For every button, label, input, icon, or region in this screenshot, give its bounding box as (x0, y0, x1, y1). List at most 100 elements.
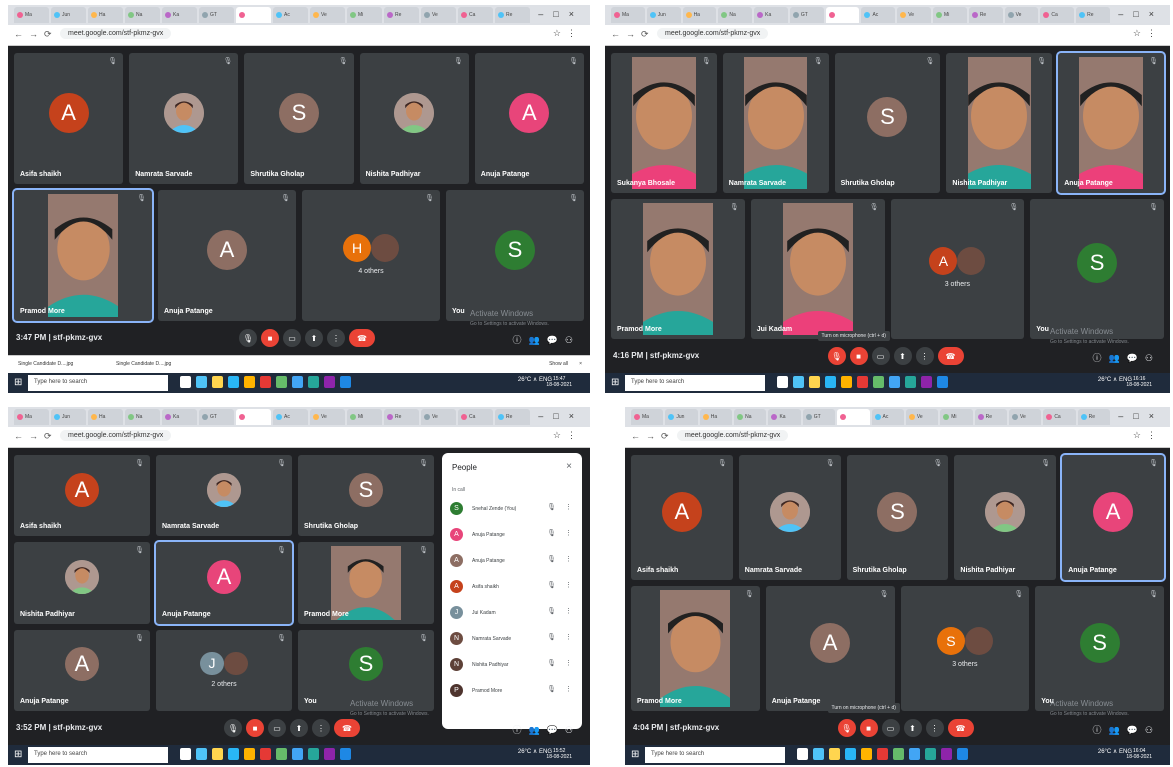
taskbar-app-icon[interactable] (196, 748, 207, 760)
browser-tab[interactable]: Ve (421, 409, 456, 425)
participant-tile[interactable]: 🎙 Jui Kadam (750, 199, 885, 339)
taskbar-app-icon[interactable] (228, 376, 239, 388)
participant-tile[interactable]: 🎙 Nishita Padhiyar (14, 542, 150, 624)
taskbar-app-icon[interactable] (244, 748, 255, 760)
participant-tile[interactable]: 🎙 Namrata Sarvade (156, 455, 292, 537)
participant-list-item[interactable]: N Namrata Sarvade 🎙 ⋮ (450, 629, 574, 651)
browser-tab[interactable]: Ve (1004, 7, 1039, 23)
browser-tab[interactable]: Ca (458, 409, 493, 425)
present-button[interactable]: ⬆ (893, 347, 912, 365)
taskbar-app-icon[interactable] (180, 748, 191, 760)
leave-call-button[interactable]: ☎ (349, 329, 375, 347)
taskbar-app-icon[interactable] (212, 376, 223, 388)
present-button[interactable]: ⬆ (290, 719, 308, 737)
browser-tab[interactable]: Ha (682, 7, 717, 23)
window-controls[interactable]: –□× (1118, 411, 1164, 421)
participant-tile[interactable]: 🎙 Pramod More (631, 586, 760, 711)
browser-tab[interactable]: Mi (347, 409, 382, 425)
close-icon[interactable]: × (566, 461, 572, 472)
participant-tile[interactable]: 🎙 A Anuja Patange (154, 540, 294, 626)
more-options-icon[interactable]: ⋮ (565, 685, 572, 693)
browser-tab[interactable]: Ve (421, 7, 456, 23)
participant-tile[interactable]: 🎙 A Anuja Patange (1060, 453, 1166, 582)
taskbar-app-icon[interactable] (196, 376, 207, 388)
participant-tile[interactable]: 🎙 Pramod More (12, 188, 154, 323)
participant-tile[interactable]: 🎙 Namrata Sarvade (129, 53, 239, 184)
browser-tab[interactable]: GT (199, 409, 234, 425)
address-bar-icons[interactable]: ☆⋮ (1133, 430, 1162, 441)
participant-tile[interactable]: 🎙 A Asifa shaikh (14, 53, 124, 184)
meeting-side-controls[interactable]: ⓘ👥💬⚇ (1093, 723, 1160, 736)
taskbar-app-icon[interactable] (825, 376, 836, 388)
taskbar-app-icon[interactable] (292, 748, 303, 760)
more-options-icon[interactable]: ⋮ (565, 503, 572, 511)
windows-start-icon[interactable]: ⊞ (14, 749, 22, 760)
browser-tab[interactable]: Ve (1008, 409, 1042, 425)
taskbar-app-icon[interactable] (292, 376, 303, 388)
taskbar-app-icon[interactable] (937, 376, 948, 388)
url-field[interactable]: meet.google.com/stf-pkmz-gvx (657, 28, 769, 39)
participant-list-item[interactable]: S Snehal Zende (You) 🎙 ⋮ (450, 499, 574, 521)
mic-toggle-button[interactable]: 🎙 (239, 329, 257, 347)
taskbar-app-icon[interactable] (925, 748, 936, 760)
browser-tab[interactable]: Jun (51, 7, 86, 23)
taskbar-app-icon[interactable] (857, 376, 868, 388)
browser-tab[interactable]: Ka (162, 7, 197, 23)
participant-tile[interactable]: 🎙 Nishita Padhiyar (954, 455, 1057, 580)
url-field[interactable]: meet.google.com/stf-pkmz-gvx (60, 28, 172, 39)
browser-tab[interactable]: Ma (611, 7, 645, 23)
present-button[interactable]: ⬆ (305, 329, 323, 347)
nav-buttons[interactable]: ←→⟳ (631, 431, 675, 442)
more-options-button[interactable]: ⋮ (915, 347, 934, 365)
taskbar-app-icon[interactable] (260, 748, 271, 760)
more-options-icon[interactable]: ⋮ (565, 607, 572, 615)
participant-tile[interactable]: 🎙 S Shrutika Gholap (244, 53, 354, 184)
captions-button[interactable]: ▭ (871, 347, 890, 365)
taskbar-app-icon[interactable] (941, 748, 952, 760)
browser-tab[interactable]: Ma (631, 409, 664, 425)
taskbar-app-icon[interactable] (845, 748, 856, 760)
participant-tile[interactable]: 🎙 Pramod More (611, 199, 745, 339)
participant-tile[interactable]: 🎙 A Asifa shaikh (14, 455, 150, 537)
participant-tile[interactable]: 🎙 H 4 others (302, 190, 440, 321)
taskbar-app-icon[interactable] (228, 748, 239, 760)
camera-toggle-button[interactable]: ■ (849, 347, 868, 365)
taskbar-app-icon[interactable] (212, 748, 223, 760)
browser-tab[interactable]: GT (789, 7, 824, 23)
browser-tab[interactable]: Jun (646, 7, 681, 23)
browser-tab[interactable]: Re (495, 409, 530, 425)
download-item[interactable]: Single Candidate D....jpg (116, 361, 171, 367)
participant-tile[interactable]: 🎙 S You (1035, 586, 1164, 711)
taskbar-app-icon[interactable] (921, 376, 932, 388)
participant-tile[interactable]: 🎙 S 3 others (900, 586, 1030, 711)
taskbar-app-icon[interactable] (813, 748, 824, 760)
taskbar-search-box[interactable]: Type here to search (625, 375, 765, 391)
window-controls[interactable]: –□× (1118, 9, 1164, 19)
close-icon[interactable]: × (579, 361, 582, 367)
more-options-button[interactable]: ⋮ (312, 719, 330, 737)
taskbar-app-icon[interactable] (777, 376, 788, 388)
browser-tab[interactable]: Mi (933, 7, 967, 23)
taskbar-app-icon[interactable] (889, 376, 900, 388)
browser-tab[interactable]: Re (384, 409, 419, 425)
browser-tab[interactable]: Jun (665, 409, 698, 425)
captions-button[interactable]: ▭ (268, 719, 286, 737)
browser-tab[interactable]: Re (384, 7, 419, 23)
browser-tab[interactable]: Ha (88, 409, 123, 425)
meeting-side-controls[interactable]: ⓘ👥💬⚇ (513, 333, 580, 346)
browser-tab[interactable]: Ac (861, 7, 896, 23)
nav-buttons[interactable]: ←→⟳ (14, 431, 58, 442)
mic-toggle-button[interactable]: 🎙 (827, 347, 846, 365)
participant-list-item[interactable]: J Jui Kadam 🎙 ⋮ (450, 603, 574, 625)
participant-tile[interactable]: 🎙 Pramod More (298, 542, 434, 624)
more-options-icon[interactable]: ⋮ (565, 529, 572, 537)
browser-tab[interactable]: Ha (699, 409, 733, 425)
participant-tile[interactable]: 🎙 A Anuja Patange (14, 629, 150, 711)
taskbar-app-icon[interactable] (324, 748, 335, 760)
windows-start-icon[interactable]: ⊞ (611, 377, 619, 388)
taskbar-app-icon[interactable] (308, 748, 319, 760)
more-options-icon[interactable]: ⋮ (565, 633, 572, 641)
more-options-icon[interactable]: ⋮ (565, 555, 572, 563)
mic-toggle-button[interactable]: 🎙 (224, 719, 242, 737)
browser-tab[interactable]: Ha (88, 7, 123, 23)
